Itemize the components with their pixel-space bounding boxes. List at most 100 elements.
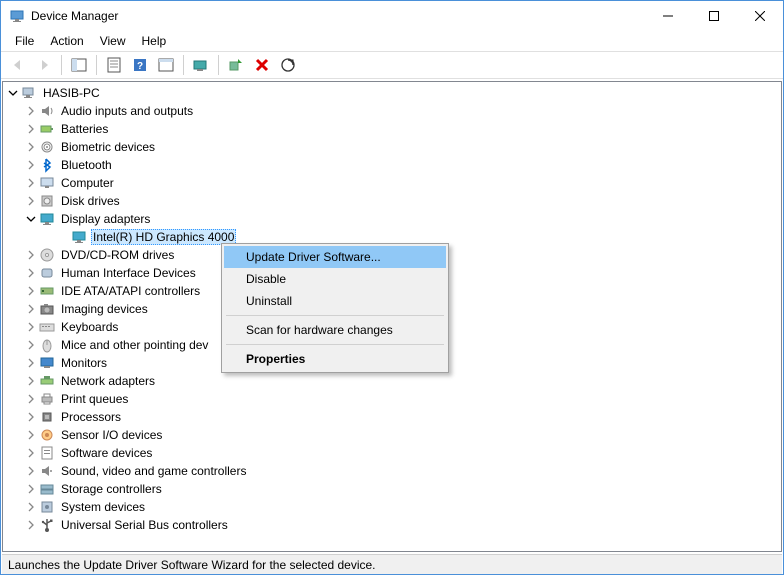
node-label[interactable]: Audio inputs and outputs — [59, 104, 195, 118]
expand-arrow-icon[interactable] — [23, 139, 39, 155]
context-menu-item[interactable]: Uninstall — [224, 290, 446, 312]
update-driver-button[interactable] — [189, 54, 213, 76]
node-label[interactable]: Software devices — [59, 446, 154, 460]
action-button[interactable] — [154, 54, 178, 76]
node-label[interactable]: System devices — [59, 500, 147, 514]
node-label[interactable]: Mice and other pointing dev — [59, 338, 210, 352]
enable-button[interactable] — [224, 54, 248, 76]
expand-arrow-icon[interactable] — [23, 265, 39, 281]
svg-text:?: ? — [137, 61, 143, 72]
node-label[interactable]: Bluetooth — [59, 158, 114, 172]
expand-arrow-icon[interactable] — [23, 445, 39, 461]
expand-arrow-icon[interactable] — [23, 499, 39, 515]
tree-node[interactable]: Storage controllers — [3, 480, 781, 498]
context-menu-item[interactable]: Disable — [224, 268, 446, 290]
expand-arrow-icon[interactable] — [23, 427, 39, 443]
status-text: Launches the Update Driver Software Wiza… — [8, 558, 376, 572]
help-button[interactable]: ? — [128, 54, 152, 76]
maximize-button[interactable] — [691, 1, 737, 31]
expand-arrow-icon[interactable] — [23, 301, 39, 317]
node-label[interactable]: Intel(R) HD Graphics 4000 — [91, 229, 236, 245]
collapse-arrow-icon[interactable] — [23, 211, 39, 227]
expand-arrow-icon[interactable] — [23, 157, 39, 173]
monitor-icon — [39, 355, 55, 371]
tree-node[interactable]: Computer — [3, 174, 781, 192]
tree-node[interactable]: Bluetooth — [3, 156, 781, 174]
properties-button[interactable] — [102, 54, 126, 76]
tree-node[interactable]: Display adapters — [3, 210, 781, 228]
close-button[interactable] — [737, 1, 783, 31]
status-bar: Launches the Update Driver Software Wiza… — [2, 554, 782, 574]
node-label[interactable]: Disk drives — [59, 194, 122, 208]
tree-node[interactable]: Sensor I/O devices — [3, 426, 781, 444]
menu-action[interactable]: Action — [42, 33, 91, 49]
expand-arrow-icon[interactable] — [23, 103, 39, 119]
display-icon — [71, 229, 87, 245]
node-label[interactable]: Sensor I/O devices — [59, 428, 164, 442]
expand-arrow-icon[interactable] — [23, 121, 39, 137]
node-label[interactable]: Human Interface Devices — [59, 266, 198, 280]
tree-node[interactable]: Batteries — [3, 120, 781, 138]
tree-node[interactable]: Universal Serial Bus controllers — [3, 516, 781, 534]
expand-arrow-icon[interactable] — [23, 247, 39, 263]
context-menu-separator — [226, 315, 444, 316]
node-label[interactable]: Display adapters — [59, 212, 152, 226]
menu-file[interactable]: File — [7, 33, 42, 49]
node-label[interactable]: DVD/CD-ROM drives — [59, 248, 176, 262]
node-label[interactable]: Keyboards — [59, 320, 120, 334]
node-label[interactable]: Computer — [59, 176, 116, 190]
node-label[interactable]: Biometric devices — [59, 140, 157, 154]
expand-arrow-icon[interactable] — [23, 391, 39, 407]
tree-root[interactable]: HASIB-PC — [3, 84, 781, 102]
display-icon — [39, 211, 55, 227]
uninstall-button[interactable] — [250, 54, 274, 76]
node-label[interactable]: Batteries — [59, 122, 110, 136]
audio-icon — [39, 103, 55, 119]
tree-node[interactable]: Print queues — [3, 390, 781, 408]
node-label[interactable]: Imaging devices — [59, 302, 150, 316]
context-menu: Update Driver Software...DisableUninstal… — [221, 243, 449, 373]
expand-arrow-icon[interactable] — [23, 409, 39, 425]
tree-node[interactable]: Audio inputs and outputs — [3, 102, 781, 120]
expand-arrow-icon[interactable] — [23, 373, 39, 389]
context-menu-item[interactable]: Update Driver Software... — [224, 246, 446, 268]
tree-node[interactable]: Biometric devices — [3, 138, 781, 156]
hid-icon — [39, 265, 55, 281]
imaging-icon — [39, 301, 55, 317]
title-bar: Device Manager — [1, 1, 783, 31]
expand-arrow-icon[interactable] — [23, 283, 39, 299]
mouse-icon — [39, 337, 55, 353]
node-label[interactable]: Storage controllers — [59, 482, 164, 496]
expand-arrow-icon[interactable] — [23, 337, 39, 353]
tree-node[interactable]: Sound, video and game controllers — [3, 462, 781, 480]
toolbar: ? — [1, 51, 783, 79]
node-label[interactable]: Sound, video and game controllers — [59, 464, 248, 478]
expand-arrow-icon[interactable] — [23, 517, 39, 533]
node-label[interactable]: IDE ATA/ATAPI controllers — [59, 284, 202, 298]
context-menu-item[interactable]: Scan for hardware changes — [224, 319, 446, 341]
tree-node[interactable]: Processors — [3, 408, 781, 426]
expand-arrow-icon[interactable] — [23, 355, 39, 371]
node-label[interactable]: Print queues — [59, 392, 130, 406]
expand-arrow-icon[interactable] — [23, 319, 39, 335]
root-label[interactable]: HASIB-PC — [41, 86, 102, 100]
show-hide-tree-button[interactable] — [67, 54, 91, 76]
node-label[interactable]: Universal Serial Bus controllers — [59, 518, 230, 532]
menu-help[interactable]: Help — [134, 33, 175, 49]
tree-node[interactable]: Disk drives — [3, 192, 781, 210]
node-label[interactable]: Network adapters — [59, 374, 157, 388]
expand-arrow-icon[interactable] — [23, 481, 39, 497]
collapse-arrow-icon[interactable] — [5, 85, 21, 101]
tree-node[interactable]: Software devices — [3, 444, 781, 462]
tree-node[interactable]: Network adapters — [3, 372, 781, 390]
node-label[interactable]: Processors — [59, 410, 123, 424]
expand-arrow-icon[interactable] — [23, 193, 39, 209]
tree-node[interactable]: System devices — [3, 498, 781, 516]
minimize-button[interactable] — [645, 1, 691, 31]
context-menu-item[interactable]: Properties — [224, 348, 446, 370]
scan-hardware-button[interactable] — [276, 54, 300, 76]
menu-view[interactable]: View — [92, 33, 134, 49]
expand-arrow-icon[interactable] — [23, 463, 39, 479]
node-label[interactable]: Monitors — [59, 356, 109, 370]
expand-arrow-icon[interactable] — [23, 175, 39, 191]
